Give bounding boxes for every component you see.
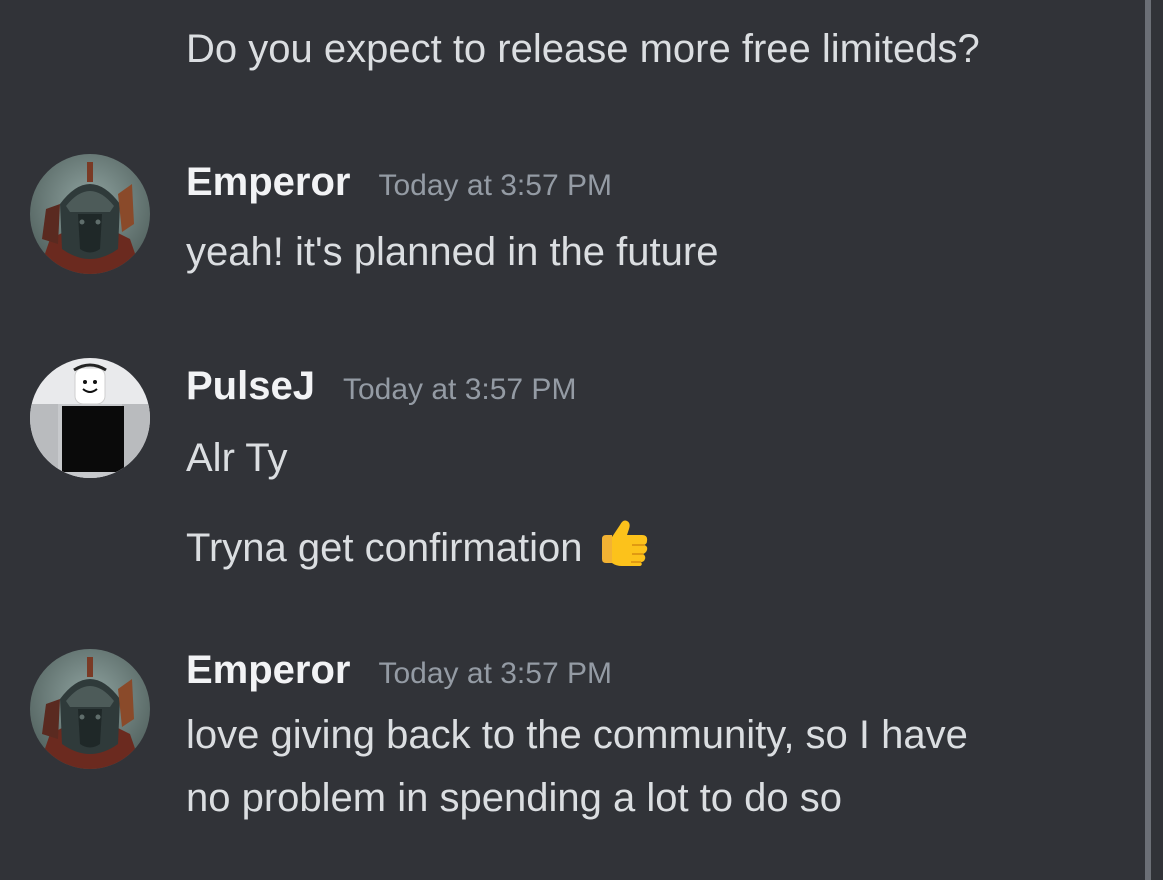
username[interactable]: Emperor	[186, 160, 351, 205]
username[interactable]: Emperor	[186, 648, 351, 693]
emperor-avatar[interactable]	[30, 649, 150, 769]
message-text-row: Tryna get confirmation	[186, 513, 652, 587]
message-text: Tryna get confirmation	[186, 526, 583, 570]
timestamp[interactable]: Today at 3:57 PM	[379, 657, 612, 691]
timestamp[interactable]: Today at 3:57 PM	[379, 169, 612, 203]
chat-message-list[interactable]: Do you expect to release more free limit…	[0, 0, 1145, 880]
message-text: yeah! it's planned in the future	[186, 230, 719, 274]
thumbs-up-icon[interactable]	[596, 513, 652, 587]
message-header: Emperor Today at 3:57 PM	[186, 160, 612, 205]
message-header: Emperor Today at 3:57 PM	[186, 648, 612, 693]
username[interactable]: PulseJ	[186, 364, 315, 409]
message-header: PulseJ Today at 3:57 PM	[186, 364, 576, 409]
message-text: Alr Ty	[186, 436, 288, 480]
message-text: no problem in spending a lot to do so	[186, 776, 842, 820]
scrollbar[interactable]	[1145, 0, 1151, 880]
emperor-avatar[interactable]	[30, 154, 150, 274]
message-text: love giving back to the community, so I …	[186, 713, 968, 757]
helmeted-warrior-avatar-icon	[30, 649, 150, 769]
timestamp[interactable]: Today at 3:57 PM	[343, 373, 576, 407]
roblox-character-avatar-icon	[30, 358, 150, 478]
message-text: Do you expect to release more free limit…	[186, 27, 980, 71]
helmeted-warrior-avatar-icon	[30, 154, 150, 274]
pulsej-avatar[interactable]	[30, 358, 150, 478]
